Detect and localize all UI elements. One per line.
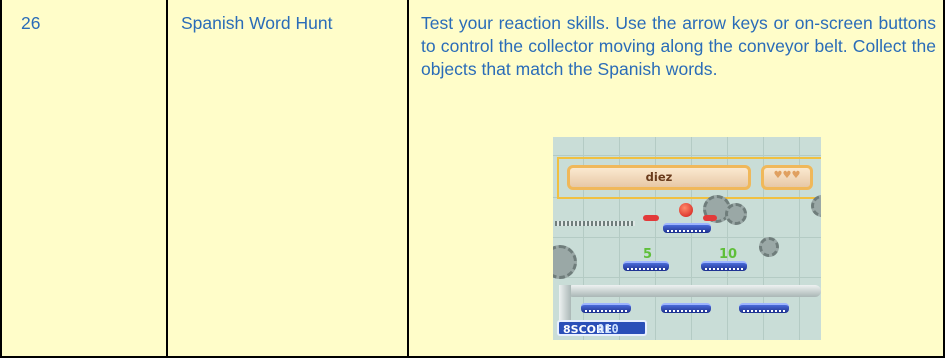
table-divider-1	[166, 0, 168, 358]
conveyor-platform	[661, 303, 711, 313]
row-number: 26	[21, 13, 41, 33]
target-word-bar: diez	[567, 165, 751, 190]
game-screenshot: diez ♥♥♥ 5 10 8SCORE 010	[553, 137, 821, 340]
target-word: diez	[645, 170, 673, 184]
number-item: 5	[643, 247, 653, 262]
table-border-left	[0, 0, 2, 358]
conveyor-rail	[555, 221, 635, 226]
frame-line	[557, 197, 821, 199]
table-divider-2	[407, 0, 409, 358]
grid-line	[553, 237, 821, 238]
conveyor-platform	[739, 303, 789, 313]
pipe	[567, 285, 821, 297]
collector-ball	[679, 203, 693, 217]
gear-icon	[811, 195, 821, 217]
game-description: Test your reaction skills. Use the arrow…	[421, 13, 936, 79]
lives-bar: ♥♥♥	[761, 165, 813, 190]
score-display: 8SCORE 010	[557, 320, 647, 336]
right-arrow-icon	[703, 215, 717, 221]
grid-line	[553, 155, 821, 156]
pipe	[559, 285, 571, 325]
frame-line	[557, 157, 559, 199]
conveyor-platform	[701, 261, 747, 271]
collector-platform	[663, 223, 711, 233]
frame-line	[557, 157, 821, 159]
gear-icon	[553, 245, 577, 279]
lives-display: ♥♥♥	[773, 170, 801, 181]
table-row: 26 Spanish Word Hunt Test your reaction …	[0, 0, 945, 358]
game-title: Spanish Word Hunt	[181, 13, 333, 33]
number-item: 10	[719, 247, 738, 262]
conveyor-platform	[581, 303, 631, 313]
score-value: 010	[597, 322, 619, 336]
conveyor-platform	[623, 261, 669, 271]
left-arrow-icon	[643, 215, 659, 221]
gear-icon	[725, 203, 747, 225]
gear-icon	[759, 237, 779, 257]
grid-line	[553, 277, 821, 278]
